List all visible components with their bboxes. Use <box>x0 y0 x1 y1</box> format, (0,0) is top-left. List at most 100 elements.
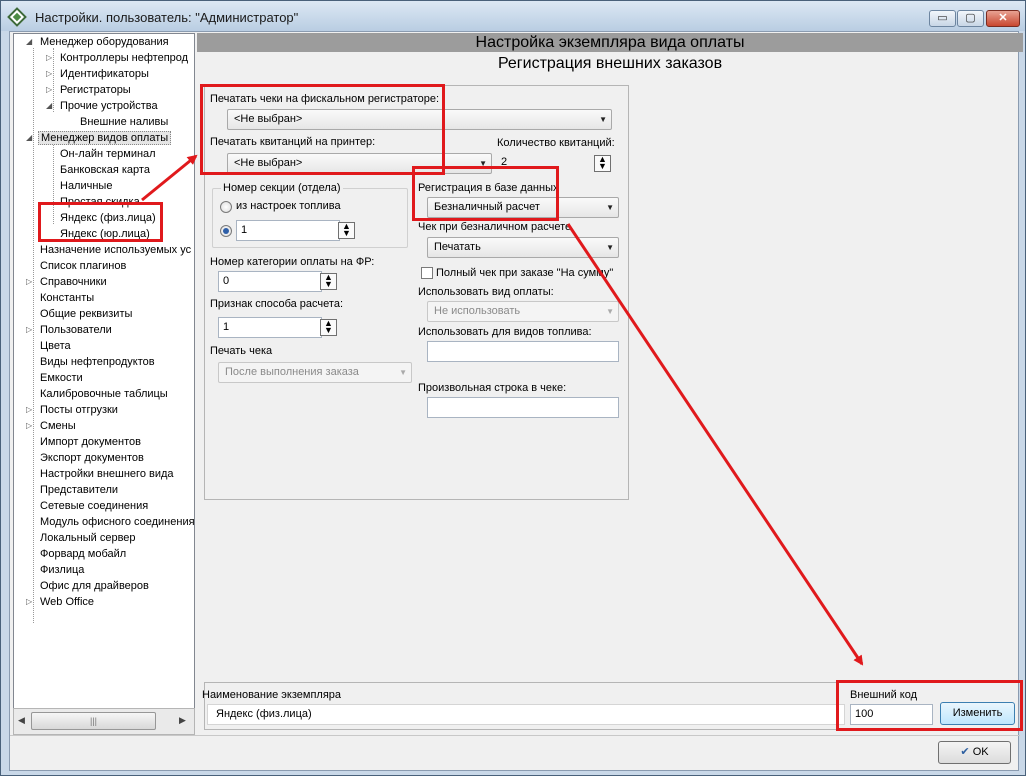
tree-item-driver-office[interactable]: Офис для драйверов <box>38 578 151 594</box>
expand-icon[interactable]: ◢ <box>26 130 36 146</box>
tree-item-online-terminal[interactable]: Он-лайн терминал <box>58 146 158 162</box>
tree-item-network[interactable]: Сетевые соединения <box>38 498 150 514</box>
tree-horizontal-scrollbar[interactable]: ◀ ||| ▶ <box>13 708 195 735</box>
maximize-button[interactable]: ▢ <box>957 10 984 27</box>
custom-line-label: Произвольная строка в чеке: <box>418 382 567 394</box>
expand-icon[interactable]: ▷ <box>26 402 36 418</box>
tree-item-shifts[interactable]: ▷ Смены <box>26 418 78 434</box>
tree-item-device-assignment[interactable]: Назначение используемых ус <box>38 242 193 258</box>
cashless-check-select[interactable]: Печатать ▼ <box>427 237 619 258</box>
window-title: Настройки. пользователь: "Администратор" <box>35 10 299 25</box>
tree-item-common-props[interactable]: Общие реквизиты <box>38 306 134 322</box>
calc-sign-field[interactable]: 1 <box>218 317 322 338</box>
custom-line-field[interactable] <box>427 397 619 418</box>
tree-item-plugins[interactable]: Список плагинов <box>38 258 128 274</box>
tree-item-local-server[interactable]: Локальный сервер <box>38 530 138 546</box>
tree-item-label: Импорт документов <box>40 436 141 448</box>
page-header: Настройка экземпляра вида оплаты Регистр… <box>197 33 1023 77</box>
select-value: <Не выбран> <box>234 157 303 169</box>
expand-icon[interactable]: ▷ <box>26 594 36 610</box>
expand-icon[interactable]: ◢ <box>46 98 56 114</box>
tree-item-export[interactable]: Экспорт документов <box>38 450 146 466</box>
dropdown-arrow-icon: ▼ <box>606 307 614 316</box>
print-receipts-select[interactable]: <Не выбран> ▼ <box>227 153 492 174</box>
external-code-field[interactable]: 100 <box>850 704 933 725</box>
title-bar: Настройки. пользователь: "Администратор"… <box>1 1 1025 31</box>
tree-item-forward-mobile[interactable]: Форвард мобайл <box>38 546 128 562</box>
tree-item-users[interactable]: ▷ Пользователи <box>26 322 114 338</box>
tree-item-external-fills[interactable]: Внешние наливы <box>78 114 170 130</box>
tree-item-label: Виды нефтепродуктов <box>40 356 155 368</box>
calc-sign-spinner-icon[interactable]: ▲ ▼ <box>320 319 337 336</box>
tree-item-identifiers[interactable]: ▷ Идентификаторы <box>46 66 151 82</box>
tree-item-bank-card[interactable]: Банковская карта <box>58 162 152 178</box>
tree-item-label: Регистраторы <box>60 84 131 96</box>
tree-item-calibration[interactable]: Калибровочные таблицы <box>38 386 170 402</box>
expand-icon[interactable]: ▷ <box>26 322 36 338</box>
expand-icon[interactable]: ▷ <box>46 50 56 66</box>
tree-item-label: Справочники <box>40 276 107 288</box>
tree-item-representatives[interactable]: Представители <box>38 482 120 498</box>
scroll-left-icon[interactable]: ◀ <box>18 715 28 726</box>
tree-item-label: Наличные <box>60 180 113 192</box>
category-spinner-icon[interactable]: ▲ ▼ <box>320 273 337 290</box>
tree-item-label: Яндекс (юр.лица) <box>60 228 150 240</box>
tree-item-payment-manager[interactable]: ◢ Менеджер видов оплаты <box>26 130 172 146</box>
tree-item-label: Модуль офисного соединения <box>40 516 195 528</box>
tree-item-label: Общие реквизиты <box>40 308 133 320</box>
tree-item-office-module[interactable]: Модуль офисного соединения <box>38 514 195 530</box>
receipt-count-field[interactable]: 2 <box>497 153 594 174</box>
scroll-thumb[interactable]: ||| <box>31 712 156 730</box>
tree-item-label: Настройки внешнего вида <box>40 468 174 480</box>
tree-item-cash[interactable]: Наличные <box>58 178 114 194</box>
tree-item-web-office[interactable]: ▷ Web Office <box>26 594 96 610</box>
check-print-select[interactable]: После выполнения заказа ▼ <box>218 362 412 383</box>
change-button[interactable]: Изменить <box>940 702 1015 725</box>
minimize-button[interactable]: ▭ <box>929 10 956 27</box>
expand-icon[interactable]: ▷ <box>46 66 56 82</box>
tree-item-appearance[interactable]: Настройки внешнего вида <box>38 466 176 482</box>
tree-item-references[interactable]: ▷ Справочники <box>26 274 109 290</box>
print-fiscal-select[interactable]: <Не выбран> ▼ <box>227 109 612 130</box>
tree-item-tanks[interactable]: Емкости <box>38 370 85 386</box>
expand-icon[interactable]: ▷ <box>46 82 56 98</box>
use-fuel-label: Использовать для видов топлива: <box>418 326 592 338</box>
tree-item-label: Контроллеры нефтепрод <box>60 52 189 64</box>
db-registration-select[interactable]: Безналичный расчет ▼ <box>427 197 619 218</box>
tree-item-simple-discount[interactable]: Простая скидка <box>58 194 142 210</box>
scroll-right-icon[interactable]: ▶ <box>179 715 189 726</box>
tree-item-label: Физлица <box>40 564 85 576</box>
section-spinner-icon[interactable]: ▲ ▼ <box>338 222 355 239</box>
instance-name-field[interactable]: Яндекс (физ.лица) <box>207 704 845 725</box>
instance-name-label: Наименование экземпляра <box>202 689 342 701</box>
tree-item-yandex-individual[interactable]: Яндекс (физ.лица) <box>58 210 158 226</box>
section-number-field[interactable]: 1 <box>236 220 340 241</box>
tree-item-constants[interactable]: Константы <box>38 290 96 306</box>
close-button[interactable]: ✕ <box>986 10 1020 27</box>
select-value: После выполнения заказа <box>225 366 359 378</box>
tree-item-label: Внешние наливы <box>80 116 169 128</box>
full-check-checkbox[interactable] <box>421 267 433 279</box>
tree-item-oil-products[interactable]: Виды нефтепродуктов <box>38 354 157 370</box>
settings-window: Настройки. пользователь: "Администратор"… <box>0 0 1026 776</box>
tree-item-individuals[interactable]: Физлица <box>38 562 86 578</box>
tree-item-loading-posts[interactable]: ▷ Посты отгрузки <box>26 402 120 418</box>
expand-icon[interactable]: ▷ <box>26 418 36 434</box>
section-from-fuel-radio[interactable] <box>220 201 232 213</box>
tree-item-equipment-manager[interactable]: ◢ Менеджер оборудования <box>26 34 171 50</box>
use-fuel-field[interactable] <box>427 341 619 362</box>
tree-item-colors[interactable]: Цвета <box>38 338 73 354</box>
tree-item-yandex-legal[interactable]: Яндекс (юр.лица) <box>58 226 152 242</box>
expand-icon[interactable]: ◢ <box>26 34 36 50</box>
category-field[interactable]: 0 <box>218 271 322 292</box>
receipt-count-spinner-icon[interactable]: ▲ ▼ <box>594 155 611 172</box>
tree-item-import[interactable]: Импорт документов <box>38 434 143 450</box>
tree-item-label: Представители <box>40 484 119 496</box>
ok-button[interactable]: ✔ OK <box>938 741 1011 764</box>
tree-item-registrators[interactable]: ▷ Регистраторы <box>46 82 133 98</box>
expand-icon[interactable]: ▷ <box>26 274 36 290</box>
section-manual-radio[interactable] <box>220 225 232 237</box>
tree-item-other-devices[interactable]: ◢ Прочие устройства <box>46 98 160 114</box>
tree-item-controllers[interactable]: ▷ Контроллеры нефтепрод <box>46 50 190 66</box>
use-payment-select[interactable]: Не использовать ▼ <box>427 301 619 322</box>
